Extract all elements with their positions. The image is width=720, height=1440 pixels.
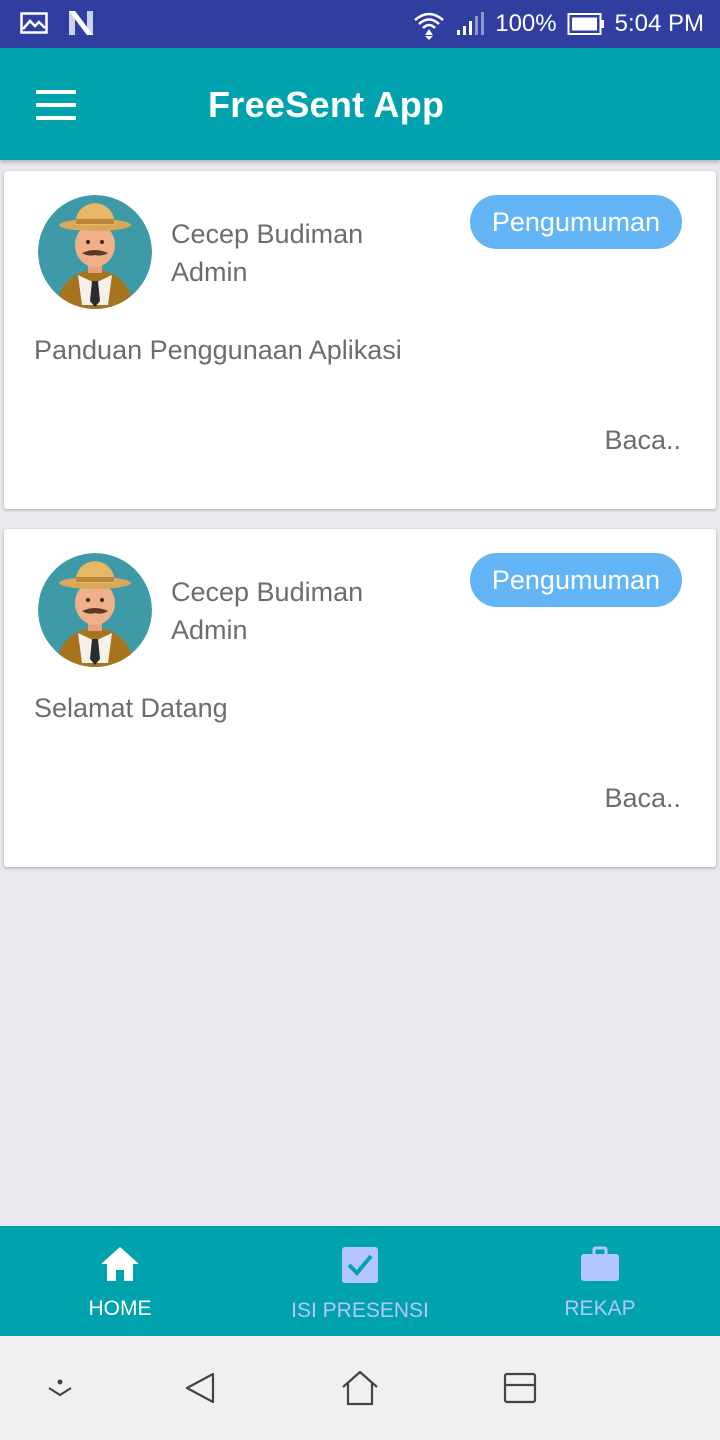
app-title: FreeSent App	[208, 84, 445, 125]
author-info: Cecep Budiman Admin	[171, 215, 363, 291]
nav-rekap[interactable]: REKAP	[480, 1226, 720, 1336]
author-name: Cecep Budiman	[171, 577, 364, 607]
post-title: Selamat Datang	[34, 693, 228, 723]
system-navigation-bar	[0, 1336, 720, 1440]
back-icon[interactable]	[180, 1368, 220, 1408]
wifi-icon	[413, 8, 445, 40]
nav-home[interactable]: HOME	[0, 1226, 240, 1336]
n-notification-icon	[66, 8, 96, 38]
nav-home-label: HOME	[88, 1297, 152, 1320]
hamburger-menu-icon[interactable]	[36, 90, 76, 120]
author-name: Cecep Budiman	[171, 219, 364, 249]
bottom-navigation: HOME ISI PRESENSI REKAP	[0, 1226, 720, 1336]
hide-keyboard-icon[interactable]	[40, 1368, 80, 1408]
author-role: Admin	[171, 257, 248, 287]
avatar	[38, 553, 152, 667]
announcement-card[interactable]: Cecep Budiman Admin Pengumuman Selamat D…	[4, 529, 716, 867]
nav-isi-presensi[interactable]: ISI PRESENSI	[240, 1226, 480, 1336]
category-badge: Pengumuman	[469, 553, 682, 607]
nav-isi-presensi-label: ISI PRESENSI	[291, 1299, 429, 1322]
read-more-link[interactable]: Baca..	[604, 783, 681, 814]
app-bar: FreeSent App	[0, 48, 720, 160]
battery-icon	[567, 12, 605, 36]
announcement-card[interactable]: Cecep Budiman Admin Pengumuman Panduan P…	[4, 171, 716, 509]
post-title: Panduan Penggunaan Aplikasi	[34, 335, 402, 365]
checkbox-icon	[341, 1246, 379, 1289]
signal-icon	[455, 12, 485, 36]
author-info: Cecep Budiman Admin	[171, 573, 363, 649]
author-role: Admin	[171, 615, 248, 645]
clock: 5:04 PM	[614, 10, 704, 37]
briefcase-icon	[580, 1246, 620, 1287]
battery-level: 100%	[495, 10, 557, 37]
nav-rekap-label: REKAP	[564, 1297, 636, 1320]
image-icon	[20, 12, 48, 34]
home-icon	[100, 1246, 140, 1287]
category-badge: Pengumuman	[469, 195, 682, 249]
read-more-link[interactable]: Baca..	[604, 425, 681, 456]
recents-icon[interactable]	[500, 1368, 540, 1408]
avatar	[38, 195, 152, 309]
status-bar: 100% 5:04 PM	[0, 0, 720, 48]
system-home-icon[interactable]	[340, 1368, 380, 1408]
